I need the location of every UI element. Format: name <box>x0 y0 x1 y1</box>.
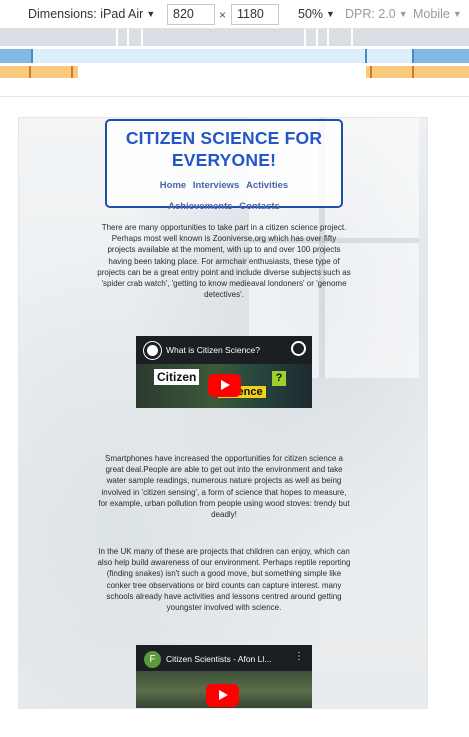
site-title: CITIZEN SCIENCE FOR EVERYONE! <box>125 128 323 170</box>
dpr-select[interactable]: DPR: 2.0 ▼ <box>345 7 408 21</box>
media-query-bar-blue[interactable] <box>0 49 469 63</box>
channel-watermark-icon <box>291 341 306 356</box>
video-title[interactable]: Citizen Scientists - Afon Ll... <box>166 654 271 664</box>
device-select-label: Dimensions: iPad Air <box>28 7 144 21</box>
zoom-label: 50% <box>298 7 324 21</box>
mode-select[interactable]: Mobile ▼ <box>413 7 462 21</box>
smartphones-paragraph: Smartphones have increased the opportuni… <box>98 454 350 520</box>
chevron-down-icon: ▼ <box>326 9 335 19</box>
media-query-bar-orange[interactable] <box>0 66 469 78</box>
nav-achievements[interactable]: Achievements <box>168 201 232 212</box>
main-nav: Home Interviews Activities Achievements … <box>107 175 341 217</box>
video-title[interactable]: What is Citizen Science? <box>166 345 260 355</box>
nav-interviews[interactable]: Interviews <box>193 180 239 191</box>
nav-home[interactable]: Home <box>160 180 186 191</box>
thumbnail-mark: ? <box>272 371 286 386</box>
device-select[interactable]: Dimensions: iPad Air ▼ <box>28 7 155 21</box>
chevron-down-icon: ▼ <box>146 9 156 19</box>
thumbnail-word: Citizen <box>154 369 200 385</box>
times-sign: × <box>219 8 227 22</box>
device-toolbar: Dimensions: iPad Air ▼ 820 × 1180 50% ▼ DP… <box>0 0 469 29</box>
width-input[interactable]: 820 <box>167 4 215 25</box>
more-options-icon[interactable]: ⋮ <box>294 651 304 662</box>
zoom-select[interactable]: 50% ▼ <box>298 7 335 21</box>
site-header: CITIZEN SCIENCE FOR EVERYONE! Home Inter… <box>105 119 343 212</box>
chevron-down-icon: ▼ <box>452 9 462 19</box>
chevron-down-icon: ▼ <box>398 9 408 19</box>
emulated-viewport: CITIZEN SCIENCE FOR EVERYONE! Home Inter… <box>18 117 428 709</box>
play-button-icon[interactable] <box>208 374 241 397</box>
video-embed-1[interactable]: Citizen Science ? What is Citizen Scienc… <box>136 336 312 408</box>
nav-contacts[interactable]: Contacts <box>239 201 280 212</box>
video-embed-2[interactable]: F Citizen Scientists - Afon Ll... ⋮ <box>136 645 312 708</box>
channel-logo-icon[interactable] <box>144 342 161 359</box>
height-input[interactable]: 1180 <box>231 4 279 25</box>
intro-paragraph: There are many opportunities to take par… <box>97 223 351 300</box>
media-query-bar-gray[interactable] <box>0 29 469 46</box>
nav-activities[interactable]: Activities <box>246 180 288 191</box>
uk-paragraph: In the UK many of these are projects tha… <box>97 547 351 613</box>
mode-label: Mobile <box>413 7 450 21</box>
dpr-label: DPR: 2.0 <box>345 7 396 21</box>
play-button-icon[interactable] <box>206 684 239 707</box>
channel-avatar-icon[interactable]: F <box>144 651 161 668</box>
